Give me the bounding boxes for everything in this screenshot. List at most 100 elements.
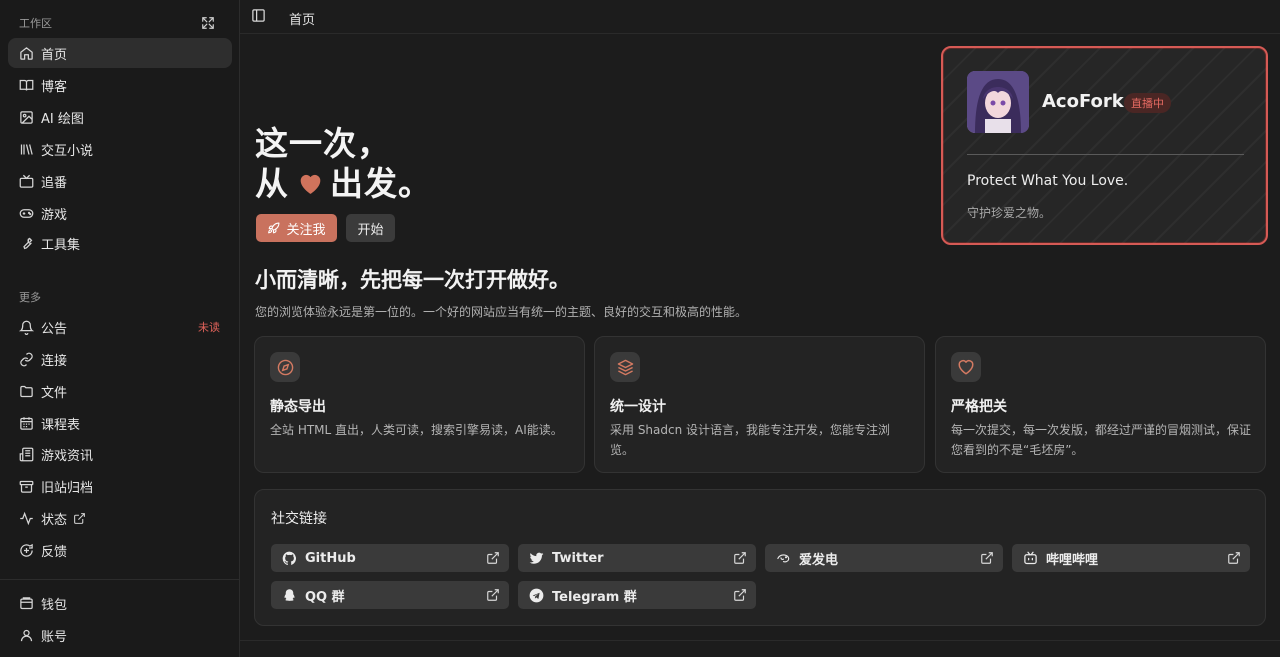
follow-button[interactable]: 关注我: [256, 214, 337, 242]
library-icon: [18, 141, 34, 157]
social-link-github[interactable]: GitHub: [271, 544, 509, 572]
content-divider: [240, 640, 1280, 641]
sidebar-item-label: 工具集: [41, 237, 81, 253]
hero-title: 这一次， 从 出发。: [255, 124, 432, 204]
sidebar-item-status[interactable]: 状态: [8, 503, 232, 533]
hero-line-1: 这一次，: [255, 124, 391, 163]
tagline-subtitle: 您的浏览体验永远是第一位的。一个好的网站应当有统一的主题、良好的交互和极高的性能…: [255, 305, 748, 319]
external-link-icon: [486, 551, 500, 565]
feature-card-static-export: 静态导出 全站 HTML 直出，人类可读，搜索引擎易读，AI能读。: [254, 336, 585, 473]
hero-line-2: 从 出发。: [255, 164, 432, 204]
sidebar-item-ai-drawing[interactable]: AI 绘图: [8, 102, 232, 132]
wrench-icon: [18, 235, 34, 251]
hero-line-2-end: 出发。: [330, 164, 432, 203]
profile-name: AcoFork: [1042, 91, 1124, 112]
folder-icon: [18, 383, 34, 399]
social-link-telegram-group[interactable]: Telegram 群: [518, 581, 756, 609]
external-link-icon: [980, 551, 994, 565]
social-label: Twitter: [552, 550, 604, 566]
sidebar-item-archive[interactable]: 旧站归档: [8, 471, 232, 501]
bilibili-icon: [1022, 550, 1038, 566]
sidebar-item-game-news[interactable]: 游戏资讯: [8, 439, 232, 469]
social-link-qq-group[interactable]: QQ 群: [271, 581, 509, 609]
hero-line-2-start: 从: [255, 164, 289, 203]
sidebar-item-files[interactable]: 文件: [8, 376, 232, 406]
archive-icon: [18, 478, 34, 494]
link-icon: [18, 351, 34, 367]
feature-card-strict-check: 严格把关 每一次提交，每一次发版，都经过严谨的冒烟测试，保证您看到的不是“毛坯房…: [935, 336, 1266, 473]
rocket-icon: [267, 222, 280, 235]
social-label: 爱发电: [799, 552, 839, 568]
sidebar-toggle-icon[interactable]: [251, 8, 267, 24]
social-link-afdian[interactable]: 爱发电: [765, 544, 1003, 572]
profile-divider: [967, 154, 1244, 155]
sidebar-item-label: 公告: [41, 321, 68, 337]
tagline-title: 小而清晰，先把每一次打开做好。: [255, 268, 570, 292]
sidebar-divider: [0, 579, 239, 580]
social-title: 社交链接: [271, 511, 327, 527]
social-label: GitHub: [305, 550, 356, 566]
sidebar-item-label: 课程表: [41, 417, 81, 433]
gamepad-icon: [18, 205, 34, 221]
sidebar-item-label: 游戏资讯: [41, 448, 94, 464]
sidebar-item-tools[interactable]: 工具集: [8, 228, 232, 258]
breadcrumb[interactable]: 首页: [289, 9, 315, 28]
sidebar-item-feedback[interactable]: 反馈: [8, 535, 232, 565]
activity-icon: [18, 510, 34, 526]
feature-title: 静态导出: [270, 399, 326, 415]
compass-icon: [270, 352, 300, 382]
social-link-bilibili[interactable]: 哔哩哔哩: [1012, 544, 1250, 572]
user-icon: [18, 627, 34, 643]
sidebar-item-label: AI 绘图: [41, 111, 84, 127]
social-label: 哔哩哔哩: [1046, 552, 1099, 568]
afdian-icon: [775, 550, 791, 566]
expand-icon[interactable]: [199, 14, 217, 32]
profile-card[interactable]: AcoFork 直播中 Protect What You Love. 守护珍爱之…: [941, 46, 1268, 245]
sidebar-item-label: 反馈: [41, 544, 68, 560]
home-icon: [18, 45, 34, 61]
start-button[interactable]: 开始: [346, 214, 395, 242]
telegram-icon: [528, 587, 544, 603]
sidebar-item-label: 连接: [41, 353, 68, 369]
sidebar-item-label: 文件: [41, 385, 68, 401]
sidebar-item-label: 状态: [41, 512, 68, 528]
social-link-twitter[interactable]: Twitter: [518, 544, 756, 572]
sidebar-item-anime[interactable]: 追番: [8, 166, 232, 196]
more-section-label: 更多: [19, 291, 41, 304]
social-links-card: 社交链接 GitHub Twitter 爱发电 哔哩哔哩 QQ 群 Telegr…: [254, 489, 1266, 626]
external-link-icon: [486, 588, 500, 602]
feature-desc: 采用 Shadcn 设计语言，我能专注开发，您能专注浏览。: [610, 423, 891, 457]
sidebar-item-games[interactable]: 游戏: [8, 198, 232, 228]
sidebar-item-label: 旧站归档: [41, 480, 94, 496]
avatar: [967, 71, 1029, 133]
sidebar-item-account[interactable]: 账号: [8, 620, 232, 650]
external-link-icon: [733, 588, 747, 602]
github-icon: [281, 550, 297, 566]
sidebar-item-label: 追番: [41, 175, 68, 191]
social-label: Telegram 群: [552, 589, 637, 605]
sidebar-item-label: 博客: [41, 79, 68, 95]
sidebar-item-announcements[interactable]: 公告 未读: [8, 312, 232, 342]
qq-icon: [281, 587, 297, 603]
heart-icon: [297, 171, 324, 195]
external-link-icon: [73, 512, 86, 525]
profile-motto-cn: 守护珍爱之物。: [967, 206, 1052, 220]
sidebar-item-blog[interactable]: 博客: [8, 70, 232, 100]
sidebar-item-home[interactable]: 首页: [8, 38, 232, 68]
bell-icon: [18, 319, 34, 335]
twitter-icon: [528, 550, 544, 566]
sidebar-item-links[interactable]: 连接: [8, 344, 232, 374]
sidebar-item-schedule[interactable]: 课程表: [8, 408, 232, 438]
live-badge: 直播中: [1124, 93, 1171, 113]
sidebar-item-label: 首页: [41, 47, 68, 63]
heart-icon: [951, 352, 981, 382]
workspace-section-label: 工作区: [19, 17, 52, 30]
external-link-icon: [1227, 551, 1241, 565]
newspaper-icon: [18, 446, 34, 462]
unread-badge: 未读: [198, 321, 220, 334]
feature-card-unified-design: 统一设计 采用 Shadcn 设计语言，我能专注开发，您能专注浏览。: [594, 336, 925, 473]
sidebar: 工作区 首页 博客 AI 绘图 交互小说 追番 游戏 工具集 更多 公告 未读 …: [0, 0, 240, 657]
tv-icon: [18, 173, 34, 189]
sidebar-item-novel[interactable]: 交互小说: [8, 134, 232, 164]
sidebar-item-wallet[interactable]: 钱包: [8, 588, 232, 618]
